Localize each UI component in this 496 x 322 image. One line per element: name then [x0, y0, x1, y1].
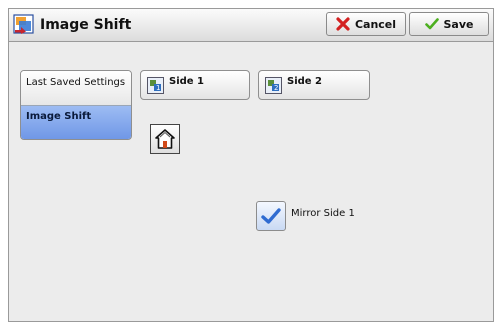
- home-icon: [155, 129, 175, 149]
- side-1-button[interactable]: 1 Side 1: [140, 70, 250, 100]
- main-panel: [8, 8, 494, 322]
- sidebar: Last Saved Settings Image Shift: [20, 70, 132, 140]
- check-icon: [424, 18, 439, 30]
- side-1-icon: 1: [147, 77, 164, 94]
- side-1-label: Side 1: [169, 76, 205, 87]
- side-2-label: Side 2: [287, 76, 323, 87]
- sidebar-item-last-saved-settings[interactable]: Last Saved Settings: [21, 71, 131, 106]
- save-button[interactable]: Save: [409, 12, 489, 36]
- check-icon: [261, 208, 281, 224]
- mirror-side-1-label: Mirror Side 1: [291, 208, 355, 219]
- cancel-button[interactable]: Cancel: [326, 12, 406, 36]
- close-icon: [336, 17, 350, 31]
- home-position-button[interactable]: [150, 124, 180, 154]
- side-2-button[interactable]: 2 Side 2: [258, 70, 370, 100]
- svg-text:1: 1: [156, 84, 160, 92]
- side-2-icon: 2: [265, 77, 282, 94]
- image-shift-icon: [13, 14, 34, 34]
- svg-text:2: 2: [274, 84, 278, 92]
- page-title: Image Shift: [40, 17, 132, 33]
- mirror-side-1-checkbox[interactable]: [256, 201, 286, 231]
- save-label: Save: [443, 17, 474, 31]
- cancel-label: Cancel: [354, 17, 397, 31]
- sidebar-item-image-shift[interactable]: Image Shift: [21, 106, 131, 139]
